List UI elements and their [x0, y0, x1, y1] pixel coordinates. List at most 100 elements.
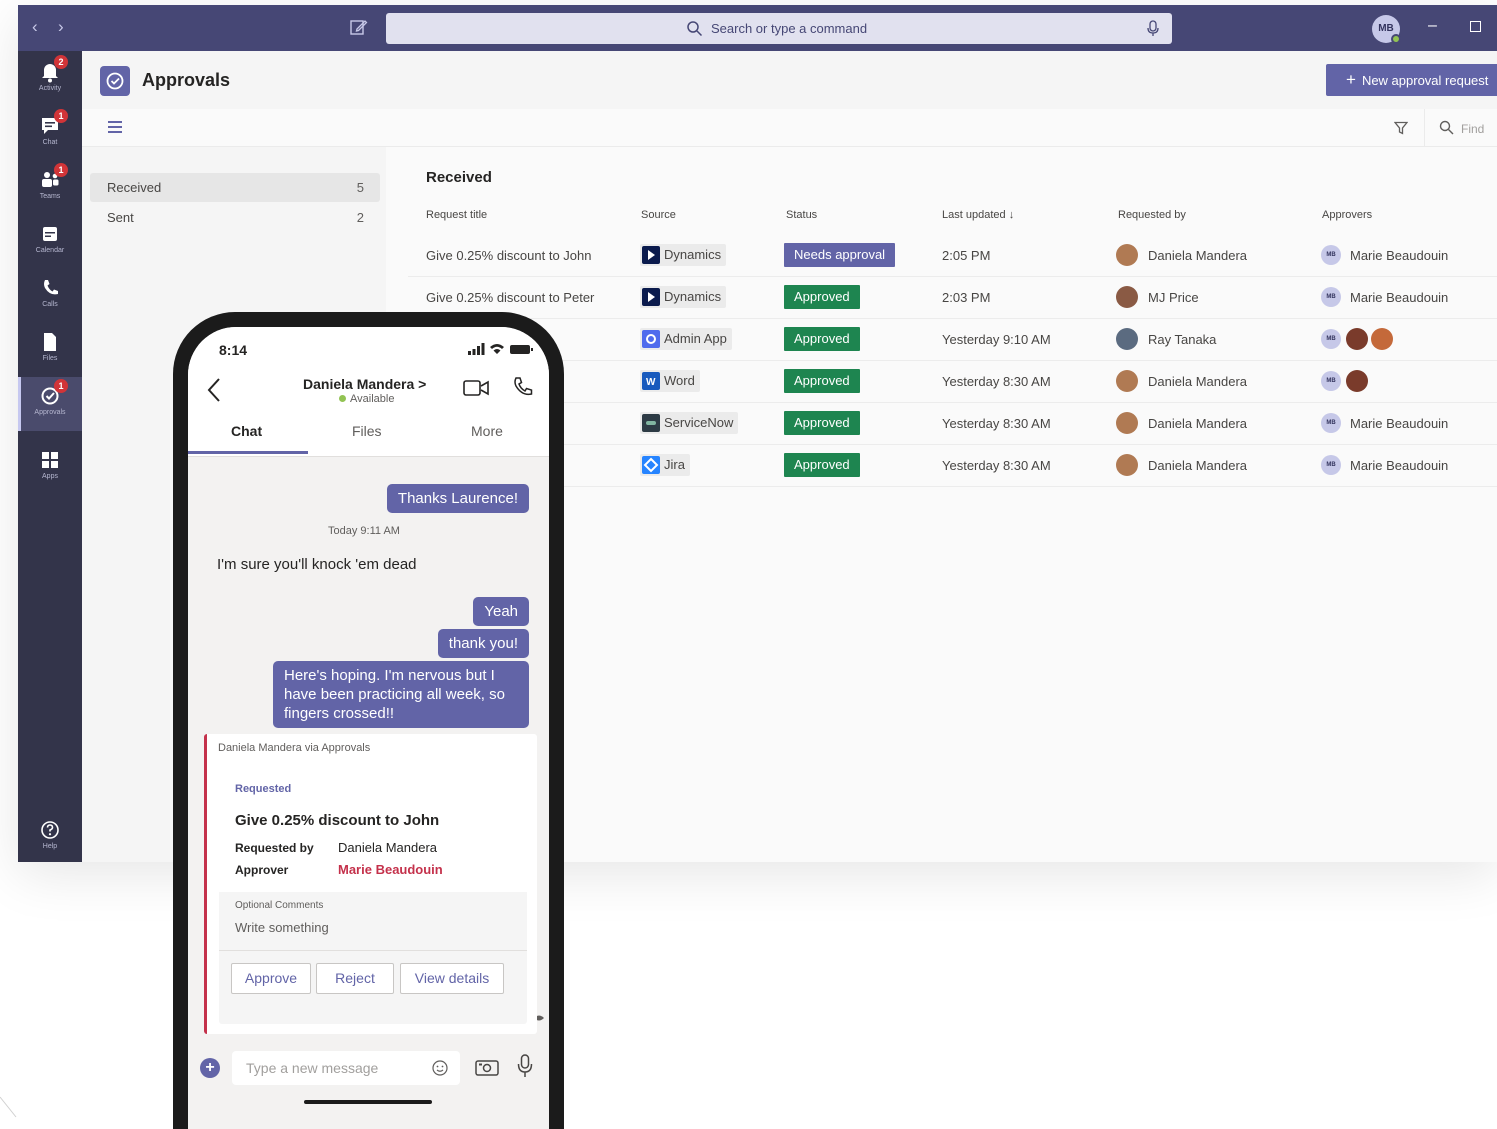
table-row[interactable]: Give 0.25% discount to John Dynamics Nee… [408, 235, 1497, 277]
last-updated: Yesterday 8:30 AM [942, 416, 1051, 431]
app-rail: 2 Activity 1 Chat 1 Teams Calendar Calls [18, 51, 82, 862]
help-icon [41, 821, 59, 839]
badge: 1 [54, 109, 68, 123]
table-row[interactable]: Word W Approved Yesterday 8:30 AM Daniel… [408, 361, 1497, 403]
new-approval-label: New approval request [1361, 73, 1489, 88]
divider [219, 950, 527, 951]
rail-item-files[interactable]: Files [18, 323, 82, 377]
message-bubble-sent[interactable]: Yeah [473, 597, 529, 626]
status-badge: Approved [784, 453, 860, 477]
forward-arrow-icon[interactable]: › [58, 17, 64, 37]
message-timestamp: Today 9:11 AM [328, 525, 400, 537]
column-header-label: Last updated [942, 209, 1006, 221]
rail-label: Apps [42, 473, 58, 480]
approver-label: Approver [235, 863, 289, 877]
minimize-icon[interactable]: – [1428, 17, 1437, 35]
rail-label: Approvals [34, 409, 66, 416]
message-bubble-sent[interactable]: thank you! [437, 629, 529, 658]
find-input[interactable]: Find [1424, 109, 1497, 147]
column-header-status[interactable]: Status [786, 209, 817, 221]
compose-icon[interactable] [350, 18, 368, 36]
phone-icon [44, 280, 58, 295]
card-request-details: Requested Give 0.25% discount to John Re… [219, 766, 527, 892]
back-arrow-icon[interactable]: ‹ [32, 17, 38, 37]
new-approval-request-button[interactable]: + New approval request [1326, 64, 1497, 96]
rail-item-chat[interactable]: 1 Chat [18, 107, 82, 161]
table-row[interactable]: ServiceNow Approved Yesterday 8:30 AM Da… [408, 403, 1497, 445]
filter-icon[interactable] [1394, 121, 1408, 135]
message-received[interactable]: I'm sure you'll knock 'em dead [217, 556, 417, 573]
word-icon: W [642, 372, 660, 390]
column-header-approvers[interactable]: Approvers [1322, 209, 1372, 221]
sidebar-item-sent[interactable]: Sent 2 [90, 203, 380, 232]
search-icon [687, 21, 703, 37]
status-badge: Approved [784, 327, 860, 351]
approver-avatar: MB [1321, 455, 1341, 475]
microphone-icon[interactable] [1146, 20, 1160, 37]
tab-chat[interactable]: Chat [231, 423, 262, 439]
rail-item-teams[interactable]: 1 Teams [18, 161, 82, 215]
rail-item-calendar[interactable]: Calendar [18, 215, 82, 269]
menu-icon[interactable] [108, 121, 122, 133]
dynamics-icon [642, 288, 660, 306]
approvers: Marie Beaudouin [1350, 290, 1449, 305]
table-row[interactable]: Give 0.25% discount to Peter Dynamics Ap… [408, 277, 1497, 319]
comments-input[interactable]: Write something [235, 920, 329, 935]
compose-bar: + Type a new message [188, 1043, 549, 1099]
emoji-icon[interactable] [432, 1060, 448, 1076]
approve-button[interactable]: Approve [231, 963, 311, 994]
table-row[interactable]: Admin App Approved Yesterday 9:10 AM Ray… [408, 319, 1497, 361]
phone-call-icon[interactable] [512, 376, 534, 398]
app-header: Approvals + New approval request [82, 51, 1497, 109]
badge: 2 [54, 55, 68, 69]
rail-item-calls[interactable]: Calls [18, 269, 82, 323]
column-header-request-title[interactable]: Request title [426, 209, 487, 221]
table-row[interactable]: Jira Approved Yesterday 8:30 AM Daniela … [408, 445, 1497, 487]
rail-item-help[interactable]: Help [18, 811, 82, 862]
home-indicator [304, 1100, 432, 1104]
video-call-icon[interactable] [463, 379, 489, 397]
rail-label: Help [42, 843, 58, 850]
rail-item-activity[interactable]: 2 Activity [18, 53, 82, 107]
request-title: Give 0.25% discount to John [426, 248, 592, 263]
maximize-icon[interactable] [1470, 21, 1481, 32]
approvals-app-icon [100, 66, 130, 96]
rail-item-approvals[interactable]: 1 Approvals [18, 377, 82, 431]
message-bubble-sent[interactable]: Here's hoping. I'm nervous but I have be… [273, 661, 529, 728]
view-details-button[interactable]: View details [400, 963, 504, 994]
reject-button[interactable]: Reject [316, 963, 394, 994]
column-header-source[interactable]: Source [641, 209, 676, 221]
avatar [1116, 244, 1138, 266]
last-updated: Yesterday 9:10 AM [942, 332, 1051, 347]
approver-avatar [1346, 328, 1368, 350]
contact-name[interactable]: Daniela Mandera > [303, 376, 426, 392]
column-header-requested-by[interactable]: Requested by [1118, 209, 1186, 221]
add-icon[interactable]: + [200, 1058, 220, 1078]
approver-avatar [1346, 370, 1368, 392]
column-header-last-updated[interactable]: Last updated ↓ [942, 209, 1014, 221]
search-placeholder: Search or type a command [711, 21, 868, 36]
rail-item-apps[interactable]: Apps [18, 441, 82, 495]
active-tab-indicator [188, 451, 308, 454]
tab-more[interactable]: More [471, 423, 503, 439]
rail-label: Activity [38, 85, 62, 92]
back-chevron-icon[interactable] [206, 377, 222, 403]
user-initials: MB [1378, 23, 1394, 34]
microphone-icon[interactable] [517, 1054, 533, 1078]
user-avatar[interactable]: MB [1372, 15, 1401, 44]
approver-avatar: MB [1321, 245, 1341, 265]
rail-label: Files [42, 355, 58, 362]
presence-status: Available [339, 393, 394, 405]
avatar [1116, 454, 1138, 476]
message-input[interactable]: Type a new message [232, 1051, 460, 1085]
camera-icon[interactable] [475, 1058, 499, 1076]
rail-label: Calendar [35, 247, 65, 254]
status-badge: Approved [784, 411, 860, 435]
search-input[interactable]: Search or type a command [386, 13, 1172, 44]
sort-down-icon: ↓ [1008, 209, 1015, 221]
card-title: Give 0.25% discount to John [235, 812, 440, 829]
message-bubble-sent[interactable]: Thanks Laurence! [386, 484, 529, 513]
sidebar-item-received[interactable]: Received 5 [90, 173, 380, 202]
admin-app-icon [642, 330, 660, 348]
tab-files[interactable]: Files [352, 423, 382, 439]
